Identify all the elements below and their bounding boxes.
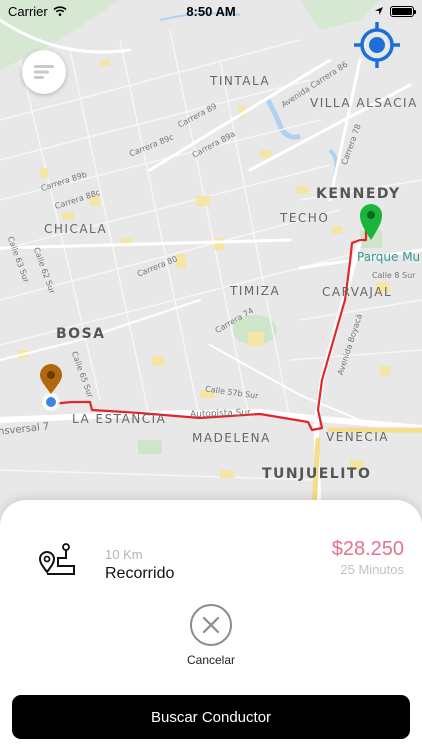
location-arrow-icon: [375, 7, 383, 15]
map-label-chicala: CHICALA: [44, 222, 108, 236]
wifi-icon: [53, 6, 67, 16]
map-label-villa-alsacia: VILLA ALSACIA: [310, 96, 418, 110]
origin-pin-icon[interactable]: [36, 364, 66, 414]
trip-distance: 10 Km: [105, 547, 143, 562]
map-label-calle-8-sur: Calle 8 Sur: [372, 271, 416, 280]
menu-button[interactable]: [22, 50, 66, 94]
map-label-tunjuelito: TUNJUELITO: [262, 466, 372, 482]
trip-price: $28.250: [331, 538, 404, 560]
map-label-la-estancia: LA ESTANCIA: [72, 412, 167, 426]
status-right: [374, 5, 416, 17]
route-map-pin-icon: [38, 543, 75, 575]
status-left: Carrier: [8, 4, 67, 19]
destination-pin-icon[interactable]: [358, 202, 384, 242]
map-label-tintala: TINTALA: [210, 74, 271, 88]
map-label-parque: Parque Mu: [357, 250, 421, 264]
map-label-venecia: VENECIA: [326, 430, 389, 444]
trip-label: Recorrido: [105, 565, 175, 582]
cancel-button[interactable]: [190, 604, 232, 646]
crosshair-target-icon[interactable]: [352, 20, 402, 70]
map-label-autopista-sur: Autopista Sur: [189, 407, 251, 421]
map-label-carvajal: CARVAJAL: [322, 285, 393, 299]
battery-icon: [390, 5, 416, 17]
search-driver-button[interactable]: Buscar Conductor: [12, 695, 410, 739]
status-bar: Carrier 8:50 AM: [0, 0, 422, 22]
map-label-kennedy: KENNEDY: [316, 186, 401, 202]
map-label-bosa: BOSA: [56, 326, 106, 342]
cancel-label[interactable]: Cancelar: [0, 653, 422, 667]
carrier-label: Carrier: [8, 3, 48, 19]
close-x-icon: [202, 616, 220, 634]
menu-lines-icon: [34, 65, 54, 79]
map-label-madelena: MADELENA: [192, 431, 271, 445]
trip-sheet: 10 Km Recorrido $28.250 25 Minutos Cance…: [0, 500, 422, 750]
map-label-timiza: TIMIZA: [230, 284, 281, 298]
map-label-techo: TECHO: [280, 211, 330, 225]
trip-duration: 25 Minutos: [340, 562, 404, 577]
